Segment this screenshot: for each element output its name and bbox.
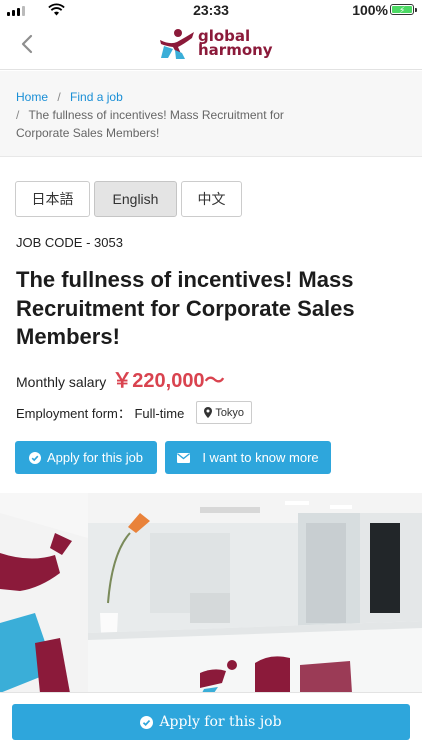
bottom-action-bar: Apply for this job xyxy=(0,692,422,750)
salary-label: Monthly salary xyxy=(16,374,107,390)
salary-value: ￥220,000～ xyxy=(112,370,225,392)
envelope-icon xyxy=(177,452,191,463)
location-label: Tokyo xyxy=(215,406,245,419)
bottom-apply-label: Apply for this job xyxy=(159,714,282,730)
check-circle-icon xyxy=(140,715,154,729)
language-english-button[interactable]: English xyxy=(94,181,177,217)
know-more-button-label: I want to know more xyxy=(202,450,319,465)
apply-button-label: Apply for this job xyxy=(46,450,144,465)
office-photo xyxy=(0,493,422,693)
logo-figure-icon xyxy=(160,29,194,59)
status-bar: 23:33 100% ⚡ xyxy=(0,0,422,20)
bottom-apply-button[interactable]: Apply for this job xyxy=(12,704,410,740)
chevron-left-icon[interactable] xyxy=(16,32,40,56)
know-more-button[interactable]: I want to know more xyxy=(165,441,331,474)
language-chinese-button[interactable]: 中文 xyxy=(181,181,242,217)
breadcrumb-find-job-link[interactable]: Find a job xyxy=(70,90,123,104)
check-circle-icon xyxy=(28,451,41,464)
map-marker-icon xyxy=(204,407,213,418)
location-tag: Tokyo xyxy=(196,401,253,424)
action-buttons: Apply for this job I want to know more xyxy=(15,441,331,474)
breadcrumb-current: The fullness of incentives! Mass Recruit… xyxy=(16,108,284,140)
job-title: The fullness of incentives! Mass Recruit… xyxy=(16,267,355,349)
breadcrumb: Home / Find a job / The fullness of ince… xyxy=(0,71,422,157)
breadcrumb-separator: / xyxy=(16,108,20,122)
battery-icon: ⚡ xyxy=(390,4,417,15)
global-harmony-logo: global harmony xyxy=(158,26,273,60)
battery-percent: 100% xyxy=(352,2,388,18)
nav-bar: global harmony xyxy=(0,20,422,70)
breadcrumb-separator: / xyxy=(57,90,61,104)
employment-row: Employment form： Full-time Tokyo xyxy=(16,401,253,424)
employment-form: Employment form： Full-time xyxy=(16,406,185,421)
apply-button[interactable]: Apply for this job xyxy=(15,441,157,474)
job-code: JOB CODE - 3053 xyxy=(16,235,123,250)
logo-text-line2: harmony xyxy=(198,41,273,59)
breadcrumb-home-link[interactable]: Home xyxy=(16,90,48,104)
language-japanese-button[interactable]: 日本語 xyxy=(15,181,90,217)
language-switcher: 日本語 English 中文 xyxy=(15,181,242,217)
salary-row: Monthly salary ￥220,000～ xyxy=(16,364,225,393)
